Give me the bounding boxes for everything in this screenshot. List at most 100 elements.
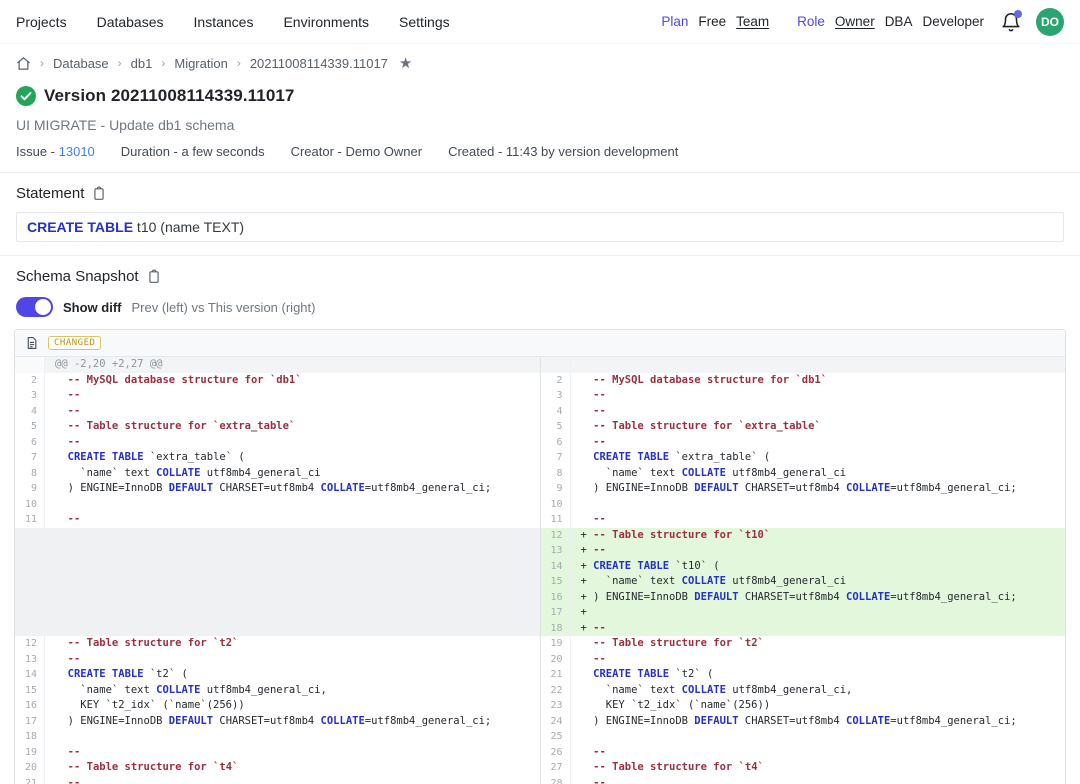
line-number-left: 13 [15, 652, 45, 668]
role-developer-link[interactable]: Developer [922, 14, 984, 29]
line-number-left: 15 [15, 683, 45, 699]
nav-item-environments[interactable]: Environments [283, 14, 369, 30]
line-number-left [15, 605, 45, 621]
line-number-right: 23 [541, 698, 571, 714]
code-right: -- [571, 435, 1066, 451]
duration-meta: Duration - a few seconds [121, 144, 265, 159]
code-left [45, 559, 541, 575]
code-right: ) ENGINE=InnoDB DEFAULT CHARSET=utf8mb4 … [571, 714, 1066, 730]
plan-free-link[interactable]: Free [698, 14, 726, 29]
code-left: -- [45, 404, 541, 420]
line-number-left: 7 [15, 450, 45, 466]
home-icon[interactable] [16, 56, 31, 71]
code-right: -- [571, 652, 1066, 668]
line-number-right: 18 [541, 621, 571, 637]
code-left [45, 543, 541, 559]
diff-row: 13 --20 -- [15, 652, 1065, 668]
code-left: -- [45, 435, 541, 451]
line-number-left [15, 357, 45, 373]
line-number-right: 25 [541, 729, 571, 745]
diff-row: 19 --26 -- [15, 745, 1065, 761]
line-number-right: 17 [541, 605, 571, 621]
created-meta: Created - 11:43 by version development [448, 144, 678, 159]
breadcrumb-database[interactable]: Database [53, 56, 109, 71]
avatar[interactable]: DO [1036, 8, 1064, 36]
line-number-right: 2 [541, 373, 571, 389]
nav-item-projects[interactable]: Projects [16, 14, 67, 30]
code-left [45, 729, 541, 745]
code-left [45, 590, 541, 606]
issue-link[interactable]: 13010 [59, 144, 95, 159]
diff-rows[interactable]: @@ -2,20 +2,27 @@2 -- MySQL database str… [15, 357, 1065, 784]
line-number-left: 3 [15, 388, 45, 404]
page-title: Version 20211008114339.11017 [44, 86, 295, 106]
code-left: CREATE TABLE `t2` ( [45, 667, 541, 683]
line-number-right: 9 [541, 481, 571, 497]
nav-item-databases[interactable]: Databases [97, 14, 164, 30]
diff-row: 16 KEY `t2_idx` (`name`(256))23 KEY `t2_… [15, 698, 1065, 714]
line-number-left: 12 [15, 636, 45, 652]
code-left: ) ENGINE=InnoDB DEFAULT CHARSET=utf8mb4 … [45, 714, 541, 730]
role-owner-link[interactable]: Owner [835, 14, 875, 29]
chevron-right-icon: › [161, 56, 165, 70]
chevron-right-icon: › [118, 56, 122, 70]
breadcrumb-migration[interactable]: Migration [174, 56, 227, 71]
line-number-left: 17 [15, 714, 45, 730]
code-right: `name` text COLLATE utf8mb4_general_ci, [571, 683, 1066, 699]
role-label: Role [797, 14, 825, 29]
diff-row: 12 -- Table structure for `t2`19 -- Tabl… [15, 636, 1065, 652]
line-number-left: 18 [15, 729, 45, 745]
diff-row: 6 --6 -- [15, 435, 1065, 451]
line-number-left: 20 [15, 760, 45, 776]
line-number-left: 2 [15, 373, 45, 389]
line-number-right: 21 [541, 667, 571, 683]
plan-team-link[interactable]: Team [736, 14, 769, 29]
copy-icon[interactable] [92, 186, 106, 201]
diff-hint: Prev (left) vs This version (right) [132, 300, 316, 315]
nav-item-instances[interactable]: Instances [194, 14, 254, 30]
code-right: + [571, 605, 1066, 621]
line-number-left: 8 [15, 466, 45, 482]
diff-row: @@ -2,20 +2,27 @@ [15, 357, 1065, 373]
breadcrumb-db1[interactable]: db1 [131, 56, 153, 71]
diff-row: 13+ -- [15, 543, 1065, 559]
line-number-right: 28 [541, 776, 571, 784]
line-number-left [15, 574, 45, 590]
code-left: -- MySQL database structure for `db1` [45, 373, 541, 389]
migration-meta: Issue - 13010 Duration - a few seconds C… [16, 144, 1064, 159]
show-diff-toggle[interactable] [16, 297, 53, 317]
code-left: `name` text COLLATE utf8mb4_general_ci, [45, 683, 541, 699]
code-left: -- Table structure for `t4` [45, 760, 541, 776]
code-left: -- [45, 745, 541, 761]
statement-section: Statement CREATE TABLE t10 (name TEXT) [0, 173, 1080, 242]
line-number-right: 4 [541, 404, 571, 420]
check-circle-icon [16, 86, 36, 106]
diff-row: 7 CREATE TABLE `extra_table` (7 CREATE T… [15, 450, 1065, 466]
code-right: -- MySQL database structure for `db1` [571, 373, 1066, 389]
code-right: -- [571, 745, 1066, 761]
diff-row: 9 ) ENGINE=InnoDB DEFAULT CHARSET=utf8mb… [15, 481, 1065, 497]
line-number-left: 9 [15, 481, 45, 497]
code-right: + `name` text COLLATE utf8mb4_general_ci [571, 574, 1066, 590]
breadcrumb-version: 20211008114339.11017 [250, 56, 388, 71]
code-right [571, 729, 1066, 745]
role-dba-link[interactable]: DBA [885, 14, 913, 29]
bell-icon[interactable] [1000, 11, 1022, 33]
line-number-left [15, 621, 45, 637]
diff-row: 15 `name` text COLLATE utf8mb4_general_c… [15, 683, 1065, 699]
copy-icon[interactable] [147, 269, 161, 284]
line-number-left: 14 [15, 667, 45, 683]
line-number-right: 26 [541, 745, 571, 761]
notification-dot [1014, 10, 1022, 18]
code-right: + -- Table structure for `t10` [571, 528, 1066, 544]
code-right: `name` text COLLATE utf8mb4_general_ci [571, 466, 1066, 482]
code-right: CREATE TABLE `t2` ( [571, 667, 1066, 683]
line-number-left: 19 [15, 745, 45, 761]
star-icon[interactable]: ★ [399, 54, 412, 72]
diff-row: 17 ) ENGINE=InnoDB DEFAULT CHARSET=utf8m… [15, 714, 1065, 730]
diff-row: 14+ CREATE TABLE `t10` ( [15, 559, 1065, 575]
diff-row: 17+ [15, 605, 1065, 621]
top-nav: Projects Databases Instances Environment… [0, 0, 1080, 44]
diff-row: 11 --11 -- [15, 512, 1065, 528]
nav-item-settings[interactable]: Settings [399, 14, 450, 30]
